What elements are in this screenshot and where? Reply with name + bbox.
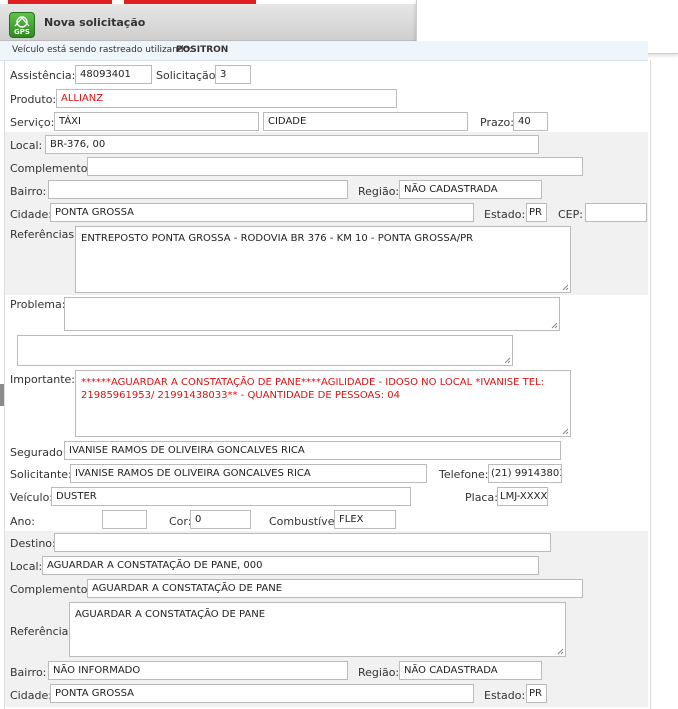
destino-complemento-label: Complemento: [10,583,92,596]
tracking-provider: POSITRON [176,45,229,55]
servico-tipo-input[interactable]: CIDADE [263,112,468,131]
produto-label: Produto: [10,93,57,106]
segurado-label: Segurado: [10,446,67,459]
cep-label: CEP: [558,208,583,221]
servico-input[interactable]: TÁXI [54,112,259,131]
importante-text: ******AGUARDAR A CONSTATAÇÃO DE PANE****… [81,377,545,401]
cidade-label: Cidade: [10,208,52,221]
regiao-label: Região: [358,185,400,198]
tracking-notice-text: Veículo está sendo rastreado utilizando: [12,45,193,55]
telefone-label: Telefone: [439,468,489,481]
solicitacao-input[interactable]: 3 [215,65,251,84]
scroll-marker [0,384,4,406]
destino-input[interactable] [54,533,551,552]
gps-icon-label: GPS [14,28,30,36]
solicitante-input[interactable]: IVANISE RAMOS DE OLIVEIRA GONCALVES RICA [70,464,427,483]
problema-label: Problema: [10,298,66,311]
resize-grip-icon[interactable] [556,647,564,655]
destino-referencia-text: AGUARDAR A CONSTATAÇÃO DE PANE [75,609,266,620]
telefone-input[interactable]: (21) 991438033 [488,464,562,483]
importante-textarea[interactable]: ******AGUARDAR A CONSTATAÇÃO DE PANE****… [75,370,571,437]
veiculo-label: Veículo: [10,491,54,504]
destino-regiao-label: Região: [358,666,400,679]
estado-input[interactable]: PR [526,203,547,222]
assistencia-input[interactable]: 48093401 [75,65,152,84]
cor-label: Cor: [169,515,192,528]
prazo-input[interactable]: 40 [513,112,548,131]
resize-grip-icon[interactable] [561,427,569,435]
destino-bairro-input[interactable]: NÃO INFORMADO [48,661,348,680]
problema-textarea[interactable] [64,297,560,331]
cor-input[interactable]: 0 [190,510,251,529]
destino-estado-input[interactable]: PR [526,684,547,703]
servico-label: Serviço: [10,116,55,129]
complemento-label: Complemento: [10,162,92,175]
window-header: GPS Nova solicitação [0,4,416,41]
resize-grip-icon[interactable] [503,356,511,364]
destino-cidade-input[interactable]: PONTA GROSSA [50,684,474,703]
prazo-label: Prazo: [480,116,514,129]
destino-complemento-input[interactable]: AGUARDAR A CONSTATAÇÃO DE PANE [87,579,583,598]
destino-label: Destino: [10,537,56,550]
destino-local-input[interactable]: AGUARDAR A CONSTATAÇÃO DE PANE, 000 [42,556,539,575]
bairro-input[interactable] [48,180,348,199]
produto-input[interactable]: ALLIANZ [56,89,397,108]
resize-grip-icon[interactable] [561,283,569,291]
ano-label: Ano: [10,515,35,528]
placa-input[interactable]: LMJ-XXXX [497,487,548,506]
referencias-textarea[interactable]: ENTREPOSTO PONTA GROSSA - RODOVIA BR 376… [75,226,571,293]
destino-referencia-textarea[interactable]: AGUARDAR A CONSTATAÇÃO DE PANE [69,602,566,657]
veiculo-input[interactable]: DUSTER [51,487,411,506]
segurado-input[interactable]: IVANISE RAMOS DE OLIVEIRA GONCALVES RICA [64,441,561,460]
tracking-notice: Veículo está sendo rastreado utilizando:… [0,41,648,61]
assistencia-label: Assistência: [10,69,76,82]
referencias-label: Referências: [10,228,78,241]
destino-estado-label: Estado: [484,689,526,702]
destino-regiao-input[interactable]: NÃO CADASTRADA [399,661,542,680]
importante-label: Importante: [10,373,76,386]
regiao-input[interactable]: NÃO CADASTRADA [399,180,542,199]
placa-label: Placa: [465,491,498,504]
page-title: Nova solicitação [44,16,146,29]
cidade-input[interactable]: PONTA GROSSA [50,203,474,222]
ano-input[interactable] [102,510,147,529]
complemento-input[interactable] [87,157,583,176]
combustivel-label: Combustível: [269,515,342,528]
solicitante-label: Solicitante: [10,468,72,481]
destino-local-label: Local: [10,560,43,573]
estado-label: Estado: [484,208,526,221]
local-input[interactable]: BR-376, 00 [45,135,539,154]
destino-cidade-label: Cidade: [10,689,52,702]
gps-globe-icon: GPS [9,12,35,38]
problema-extra-textarea[interactable] [17,335,513,366]
solicitacao-label: Solicitação: [156,69,220,82]
local-label: Local: [10,139,43,152]
referencias-text: ENTREPOSTO PONTA GROSSA - RODOVIA BR 376… [81,233,474,244]
combustivel-input[interactable]: FLEX [334,510,396,529]
bairro-label: Bairro: [10,185,47,198]
destino-bairro-label: Bairro: [10,666,47,679]
cep-input[interactable] [585,203,647,222]
destino-referencia-label: Referência: [10,625,73,638]
resize-grip-icon[interactable] [550,321,558,329]
